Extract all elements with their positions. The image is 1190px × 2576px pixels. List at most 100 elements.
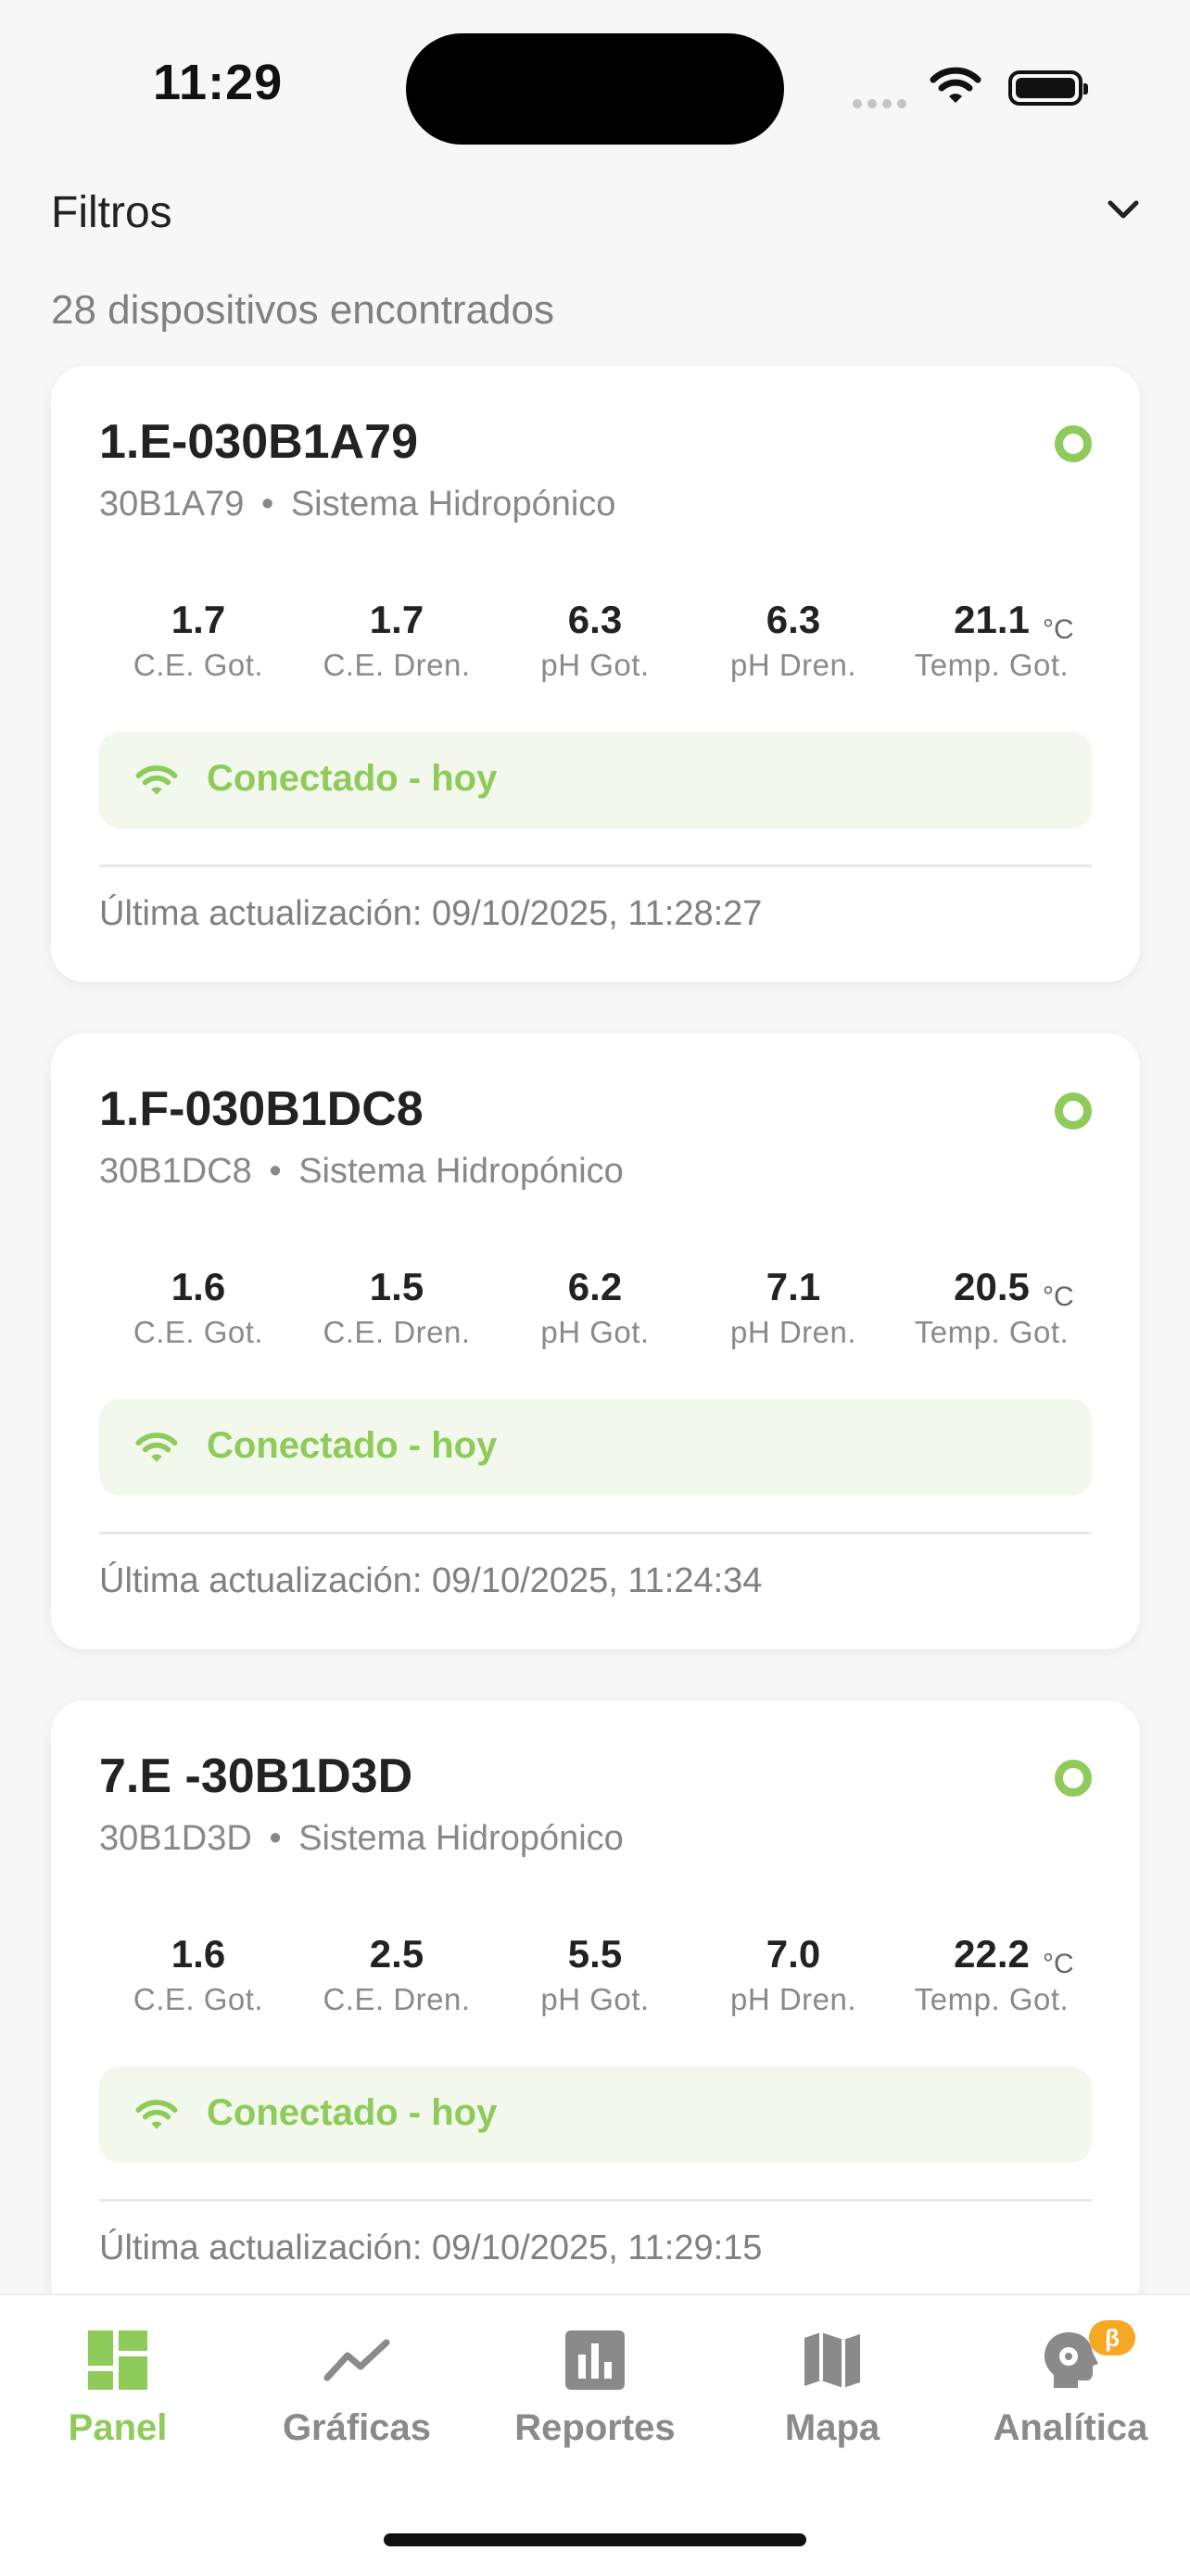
connection-banner: Conectado - hoy [99,1399,1092,1496]
metric: 2.5 C.E. Dren. [298,1932,496,2017]
metric-label: C.E. Dren. [323,648,471,682]
wifi-icon [135,2100,178,2129]
beta-badge: β [1089,2320,1135,2355]
last-updated: Última actualización: 09/10/2025, 11:28:… [99,894,763,933]
tab-label: Analítica [993,2407,1148,2448]
metric-label: pH Dren. [729,1315,857,1349]
metric-label: C.E. Dren. [323,1982,471,2016]
filters-title: Filtros [51,188,172,237]
metric-label: Temp. Got. [914,648,1070,682]
tab-label: Gráficas [282,2407,432,2448]
metric-value: 6.3 [567,598,623,641]
map-icon [804,2332,860,2388]
metric-value: 2.5 [369,1932,424,1976]
device-code: 30B1D3D [99,1819,252,1858]
tab-graficas[interactable]: Gráficas [264,2328,449,2449]
metric-label: pH Got. [540,648,650,682]
wifi-icon [135,765,178,795]
connection-status: Conectado - hoy [207,2092,498,2133]
metric-label: Temp. Got. [914,1315,1070,1349]
filters-toggle[interactable]: Filtros [51,181,1140,246]
last-updated: Última actualización: 09/10/2025, 11:24:… [99,1561,763,1600]
metric-value: 7.0 [766,1932,821,1976]
tab-analitica[interactable]: β Analítica [978,2320,1163,2449]
metric: 6.2 pH Got. [496,1265,694,1350]
metric-value: 5.5 [567,1932,623,1976]
metrics-row: 1.6 C.E. Got. 2.5 C.E. Dren. 5.5 pH Got.… [99,1932,1092,2017]
device-subtitle: 30B1D3D • Sistema Hidropónico [99,1819,624,1859]
metrics-row: 1.7 C.E. Got. 1.7 C.E. Dren. 6.3 pH Got.… [99,598,1092,683]
wifi-icon [135,1433,178,1462]
tab-mapa[interactable]: Mapa [740,2328,925,2449]
divider [99,2199,1092,2202]
dynamic-island [406,33,784,145]
connection-status: Conectado - hoy [207,1425,498,1466]
device-system: Sistema Hidropónico [290,485,616,524]
device-name: 1.E-030B1A79 [99,415,418,469]
metric: 20.5 °C Temp. Got. [892,1265,1091,1350]
metric-value: 6.3 [766,598,821,641]
metric: 1.7 C.E. Dren. [298,598,496,683]
chevron-down-icon[interactable] [1107,197,1140,223]
bar-report-icon [565,2330,625,2390]
metric-value: 1.6 [171,1265,226,1308]
metric-label: C.E. Dren. [323,1315,471,1349]
online-status-icon [1055,425,1092,462]
separator-dot: • [269,1819,282,1858]
device-code: 30B1A79 [99,485,245,524]
metric: 22.2 °C Temp. Got. [892,1932,1091,2017]
separator-dot: • [269,1152,282,1191]
metric: 7.0 pH Dren. [694,1932,892,2017]
metric-value: 1.5 [369,1265,424,1308]
device-card[interactable]: 1.F-030B1DC8 30B1DC8 • Sistema Hidropóni… [51,1033,1140,1649]
metric: 5.5 pH Got. [496,1932,694,2017]
divider [99,865,1092,867]
metric-value: 1.6 [171,1932,226,1976]
dashboard-icon [88,2330,147,2390]
last-updated: Última actualización: 09/10/2025, 11:29:… [99,2229,763,2267]
device-system: Sistema Hidropónico [298,1819,624,1858]
metric-value: 7.1 [766,1265,821,1308]
status-bar: 11:29 [0,0,1190,167]
metric-label: pH Dren. [729,1982,857,2016]
status-time: 11:29 [153,55,284,110]
metric-label: C.E. Got. [133,1982,264,2016]
separator-dot: • [260,485,274,524]
metric-label: pH Got. [540,1315,650,1349]
metric-label: pH Dren. [729,648,857,682]
metric-value: 1.7 [369,598,424,641]
metric: 1.6 C.E. Got. [99,1265,298,1350]
metric-unit: °C [1043,614,1074,645]
metric: 1.5 C.E. Dren. [298,1265,496,1350]
online-status-icon [1055,1092,1092,1130]
tab-panel[interactable]: Panel [25,2328,210,2449]
metric-label: pH Got. [540,1982,650,2016]
device-count: 28 dispositivos encontrados [51,287,554,333]
device-code: 30B1DC8 [99,1152,252,1191]
tab-reportes[interactable]: Reportes [502,2328,688,2449]
metric: 7.1 pH Dren. [694,1265,892,1350]
metric-value: 1.7 [171,598,226,641]
home-indicator [384,2533,806,2546]
connection-status: Conectado - hoy [207,758,498,799]
divider [99,1532,1092,1534]
metric-label: C.E. Got. [133,648,264,682]
trend-line-icon [323,2339,390,2381]
metric-unit: °C [1043,1949,1074,1979]
tab-label: Mapa [784,2407,880,2448]
wifi-status-icon [930,67,981,103]
battery-icon [1008,70,1088,106]
connection-banner: Conectado - hoy [99,2066,1092,2163]
device-card[interactable]: 7.E -30B1D3D 30B1D3D • Sistema Hidropóni… [51,1700,1140,2317]
metric: 21.1 °C Temp. Got. [892,598,1091,683]
device-subtitle: 30B1DC8 • Sistema Hidropónico [99,1152,624,1192]
tab-label: Panel [68,2407,168,2448]
metric-label: Temp. Got. [914,1982,1070,2016]
device-subtitle: 30B1A79 • Sistema Hidropónico [99,485,615,524]
device-card[interactable]: 1.E-030B1A79 30B1A79 • Sistema Hidropóni… [51,366,1140,982]
metric: 6.3 pH Dren. [694,598,892,683]
metric: 6.3 pH Got. [496,598,694,683]
tab-label: Reportes [514,2407,676,2448]
cellular-signal-icon [853,96,912,113]
metric-value: 6.2 [567,1265,623,1308]
